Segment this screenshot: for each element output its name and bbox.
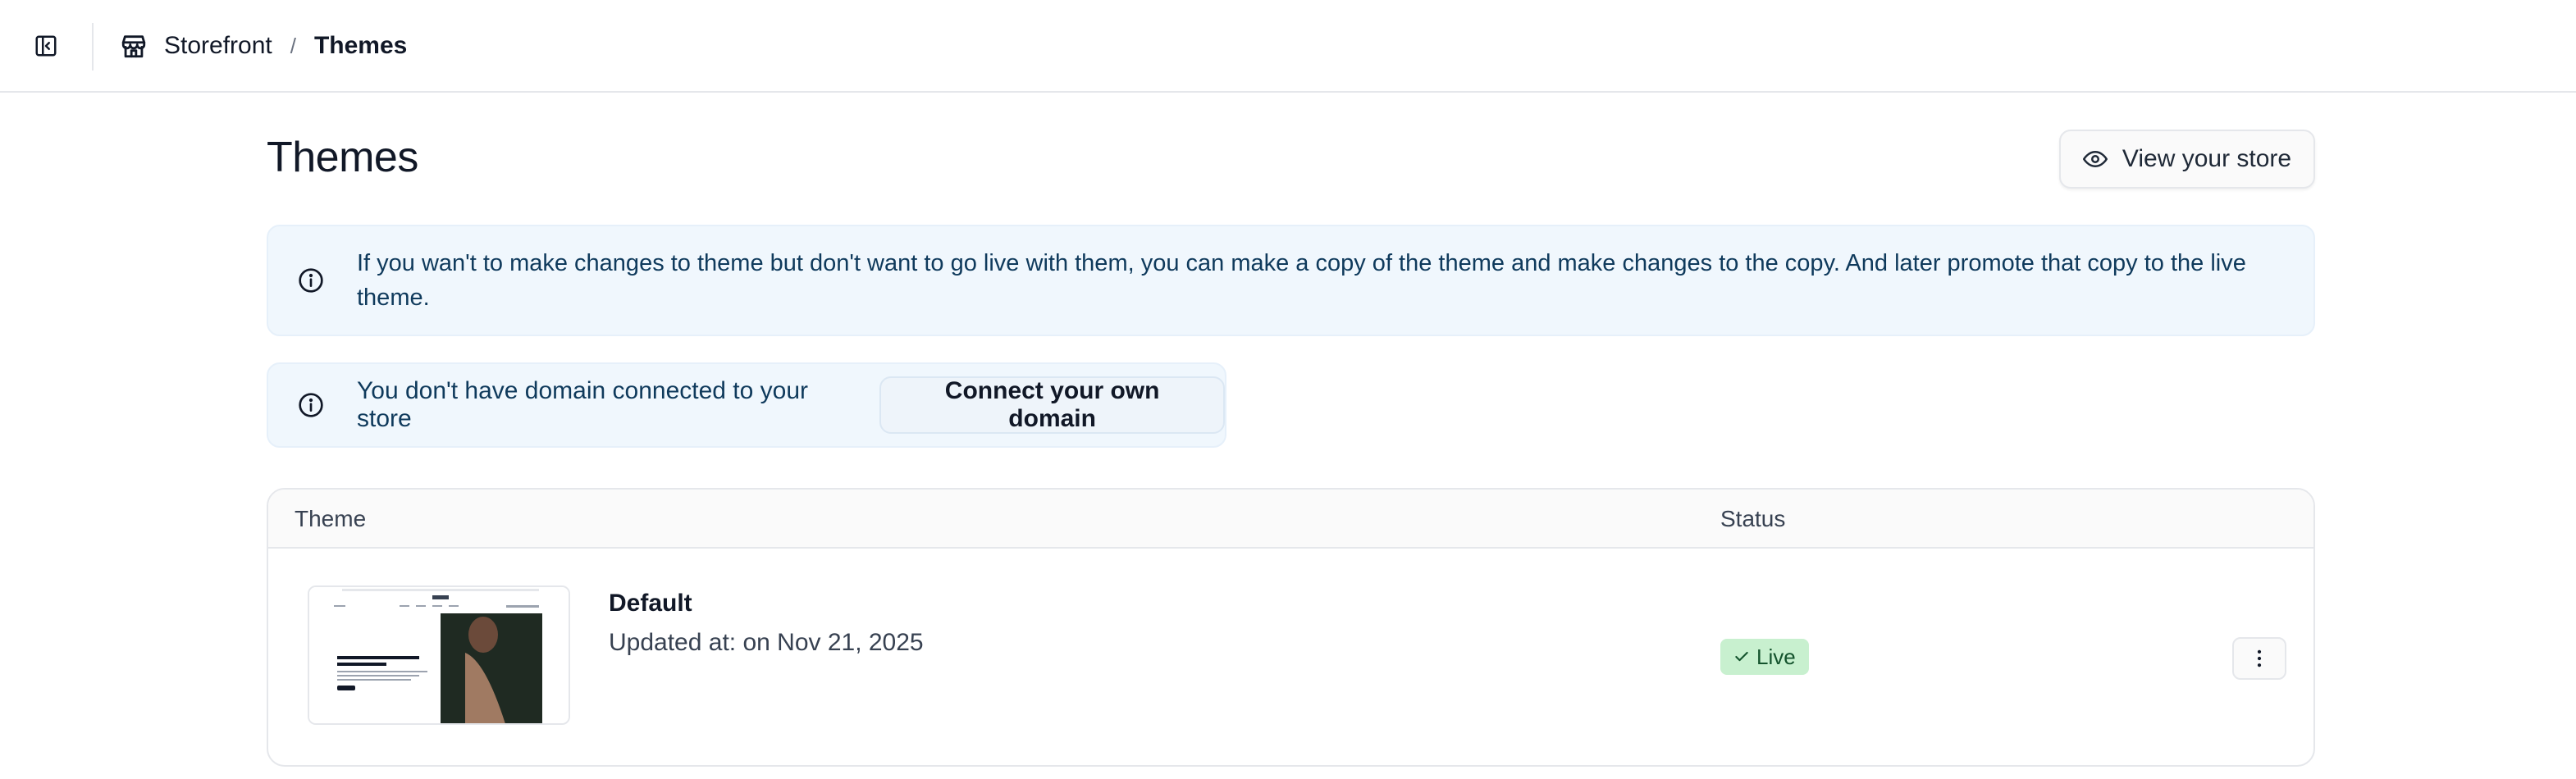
view-store-button[interactable]: View your store [2059, 130, 2315, 189]
breadcrumb: Storefront / Themes [120, 28, 407, 64]
info-banner-text: If you wan't to make changes to theme bu… [357, 250, 2246, 311]
info-icon [299, 268, 323, 293]
theme-preview-image [309, 587, 569, 723]
table-header: Theme Status [268, 490, 2313, 549]
theme-thumbnail [308, 585, 570, 725]
breadcrumb-current: Themes [313, 32, 408, 59]
theme-updated-at: Updated at: on Nov 21, 2025 [609, 629, 924, 656]
sidebar-toggle-icon [35, 35, 57, 57]
themes-table: Theme Status Default Updated at: on Nov … [267, 488, 2315, 767]
info-icon [299, 393, 323, 417]
connect-domain-button[interactable]: Connect your own domain [879, 376, 1225, 434]
breadcrumb-storefront-link[interactable]: Storefront [164, 32, 272, 60]
info-banner: If you wan't to make changes to theme bu… [267, 225, 2315, 336]
top-bar: Storefront / Themes [0, 0, 2576, 93]
topbar-divider [92, 23, 94, 71]
theme-name: Default [609, 590, 692, 617]
theme-actions-menu-button[interactable] [2232, 637, 2286, 680]
domain-banner: You don't have domain connected to your … [267, 362, 1226, 448]
more-vertical-icon [2257, 649, 2262, 667]
status-label: Live [1756, 644, 1796, 669]
table-row[interactable]: Default Updated at: on Nov 21, 2025 Live [268, 549, 2313, 765]
domain-banner-text: You don't have domain connected to your … [357, 377, 809, 432]
status-badge: Live [1720, 639, 1809, 675]
check-icon [1735, 651, 1748, 662]
breadcrumb-separator: / [290, 33, 296, 58]
view-store-label: View your store [2122, 145, 2292, 172]
sidebar-toggle-button[interactable] [30, 30, 62, 62]
eye-icon [2082, 151, 2108, 167]
column-header-theme: Theme [295, 506, 367, 531]
column-header-status: Status [1720, 506, 1786, 531]
storefront-icon [120, 31, 149, 61]
page-title: Themes [267, 134, 418, 181]
